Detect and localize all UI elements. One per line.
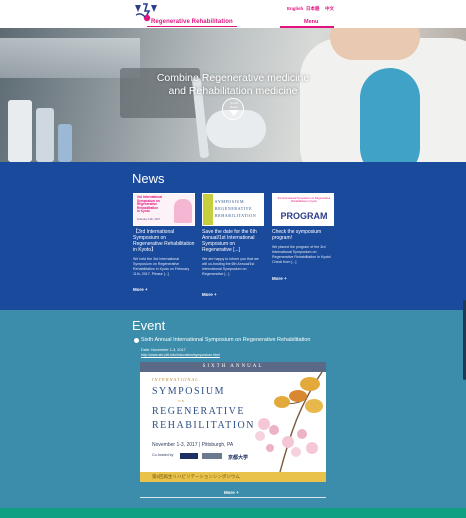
scroll-down-button[interactable]: Scroll Down	[222, 98, 244, 120]
hero-lab-bottle	[36, 108, 54, 162]
arrow-down-icon	[229, 110, 239, 116]
footer-strip	[0, 508, 466, 518]
poster-rehabilitation: REHABILITATION	[152, 420, 255, 431]
logo-underline	[147, 26, 237, 27]
event-poster-image[interactable]: SIXTH ANNUAL INTERNATIONAL SYMPOSIUM ON …	[140, 362, 326, 482]
lang-japanese-link[interactable]: 日本語	[306, 6, 320, 12]
event-heading: Event	[132, 318, 166, 333]
thumb-date: February 11th, 2017	[137, 218, 161, 221]
news-card-title[interactable]: 【3rd International Symposium on Regenera…	[133, 229, 195, 253]
news-card-title[interactable]: Check the symposium program!	[272, 229, 334, 241]
thumb-figure-icon	[174, 199, 192, 223]
cherry-blossom-icon	[255, 372, 323, 472]
poster-on: ON	[178, 399, 185, 403]
menu-button[interactable]: Menu	[304, 19, 318, 25]
event-divider	[140, 497, 326, 498]
poster-symposium: SYMPOSIUM	[152, 386, 225, 397]
hero-headline-line2: and Rehabilitation medicine	[168, 85, 298, 97]
pitt-logo-icon	[180, 453, 198, 459]
poster-top-band: SIXTH ANNUAL	[140, 362, 326, 372]
thumb-text: 3rd International Symposium on Regenerat…	[137, 195, 162, 214]
news-heading: News	[132, 171, 165, 186]
scroll-down-label: Scroll Down	[230, 101, 238, 109]
hero-banner: Combine Regenerative medicine and Rehabi…	[0, 28, 466, 162]
lang-english-link[interactable]: English	[287, 6, 303, 11]
lang-chinese-link[interactable]: 中文	[325, 6, 334, 12]
event-more-link[interactable]: More +	[224, 490, 239, 495]
bullet-circle-icon	[134, 338, 139, 343]
news-card[interactable]: 3rd International Symposium on Regenerat…	[133, 193, 195, 277]
event-url-link[interactable]: http://www.sirr.pitt.edu/education/sympo…	[141, 353, 220, 357]
thumb-text: SYMPOSIUM REGENERATIVE REHABILITATION	[215, 199, 257, 218]
hero-lab-bottle	[58, 124, 72, 162]
news-section: News 3rd International Symposium on Rege…	[0, 162, 466, 310]
news-thumbnail[interactable]: 3rd International Symposium on Regenerat…	[272, 193, 334, 226]
news-thumbnail[interactable]: 3rd International Symposium on Regenerat…	[133, 193, 195, 226]
poster-date-place: November 1-3, 2017 | Pittsburgh, PA	[152, 442, 234, 448]
poster-regenerative: REGENERATIVE	[152, 406, 245, 417]
thumb-text: 3rd International Symposium on Regenerat…	[277, 197, 331, 203]
hero-headline-line1: Combine Regenerative medicine	[156, 72, 310, 84]
news-card[interactable]: SYMPOSIUM REGENERATIVE REHABILITATION Sa…	[202, 193, 264, 277]
poster-cohosted-label: Co-hosted by	[152, 453, 174, 457]
poster-bottom-text: 第6回再生リハビリテーションシンポジウム	[152, 474, 240, 479]
news-more-link[interactable]: More +	[202, 292, 217, 297]
event-item-title[interactable]: Sixth Annual International Symposium on …	[141, 337, 310, 343]
site-logo-text[interactable]: Regenerative Rehabilitation	[151, 19, 233, 25]
poster-top-text: SIXTH ANNUAL	[202, 364, 264, 369]
news-card-excerpt: We placed the program of the 3rd Interna…	[272, 245, 332, 264]
site-header: Regenerative Rehabilitation English 日本語 …	[0, 0, 466, 28]
news-card-excerpt: We are happy to inform you that we will …	[202, 257, 259, 276]
event-section: Event Sixth Annual International Symposi…	[0, 310, 466, 508]
uni-logo-icon	[202, 453, 222, 459]
thumb-program-text: PROGRAM	[280, 211, 328, 221]
news-more-link[interactable]: More +	[272, 276, 287, 281]
poster-bottom-band: 第6回再生リハビリテーションシンポジウム	[140, 472, 326, 482]
news-card-title[interactable]: Save the date for the 6th Annual/1st Int…	[202, 229, 264, 253]
news-more-link[interactable]: More +	[133, 287, 148, 292]
poster-international: INTERNATIONAL	[152, 377, 199, 382]
news-thumbnail[interactable]: SYMPOSIUM REGENERATIVE REHABILITATION	[202, 193, 264, 226]
hero-researcher-face	[330, 28, 420, 60]
poster-kyoto-logo: 京都大学	[228, 455, 249, 461]
news-card[interactable]: 3rd International Symposium on Regenerat…	[272, 193, 334, 265]
hero-lab-bottle	[8, 100, 32, 162]
thumb-accent-bar	[203, 194, 213, 225]
news-card-excerpt: We held the 3rd International Symposium …	[133, 257, 190, 276]
event-date: Date: November 1-3, 2017	[141, 348, 186, 352]
